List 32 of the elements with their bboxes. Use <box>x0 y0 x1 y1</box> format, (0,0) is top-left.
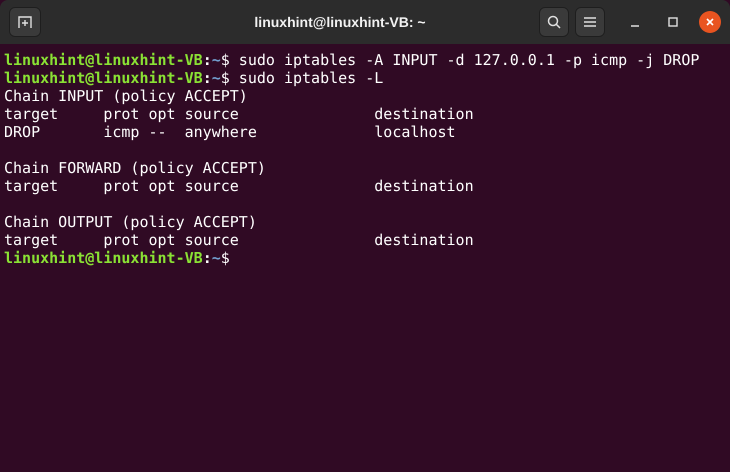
menu-button[interactable] <box>575 7 605 37</box>
output-line: Chain OUTPUT (policy ACCEPT) <box>4 213 257 231</box>
prompt-symbol: $ <box>220 69 230 87</box>
prompt-user: linuxhint@linuxhint-VB <box>4 69 203 87</box>
search-button[interactable] <box>539 7 569 37</box>
prompt-user: linuxhint@linuxhint-VB <box>4 51 203 69</box>
new-tab-button[interactable] <box>9 7 41 37</box>
output-line: Chain INPUT (policy ACCEPT) <box>4 87 248 105</box>
close-icon <box>705 17 715 27</box>
prompt-symbol: $ <box>220 249 230 267</box>
output-line: target prot opt source destination <box>4 177 474 195</box>
output-line: DROP icmp -- anywhere localhost <box>4 123 456 141</box>
command-text: sudo iptables -A INPUT -d 127.0.0.1 -p icmp -j DROP <box>238 51 700 69</box>
new-tab-icon <box>17 14 33 30</box>
prompt-symbol: $ <box>220 51 230 69</box>
maximize-icon <box>668 17 678 27</box>
output-line: target prot opt source destination <box>4 231 474 249</box>
prompt-path: ~ <box>212 249 221 267</box>
prompt-separator: : <box>202 69 212 87</box>
window-title: linuxhint@linuxhint-VB: ~ <box>253 12 426 32</box>
search-icon <box>546 14 562 30</box>
prompt-user: linuxhint@linuxhint-VB <box>4 249 203 267</box>
prompt-path: ~ <box>212 51 221 69</box>
prompt-separator: : <box>202 249 212 267</box>
close-button[interactable] <box>699 11 721 33</box>
menu-icon <box>583 16 597 28</box>
output-line: target prot opt source destination <box>4 105 474 123</box>
command-text: sudo iptables -L <box>238 69 384 87</box>
minimize-icon <box>631 25 639 27</box>
prompt-separator: : <box>202 51 212 69</box>
output-line: Chain FORWARD (policy ACCEPT) <box>4 159 266 177</box>
prompt-path: ~ <box>212 69 221 87</box>
